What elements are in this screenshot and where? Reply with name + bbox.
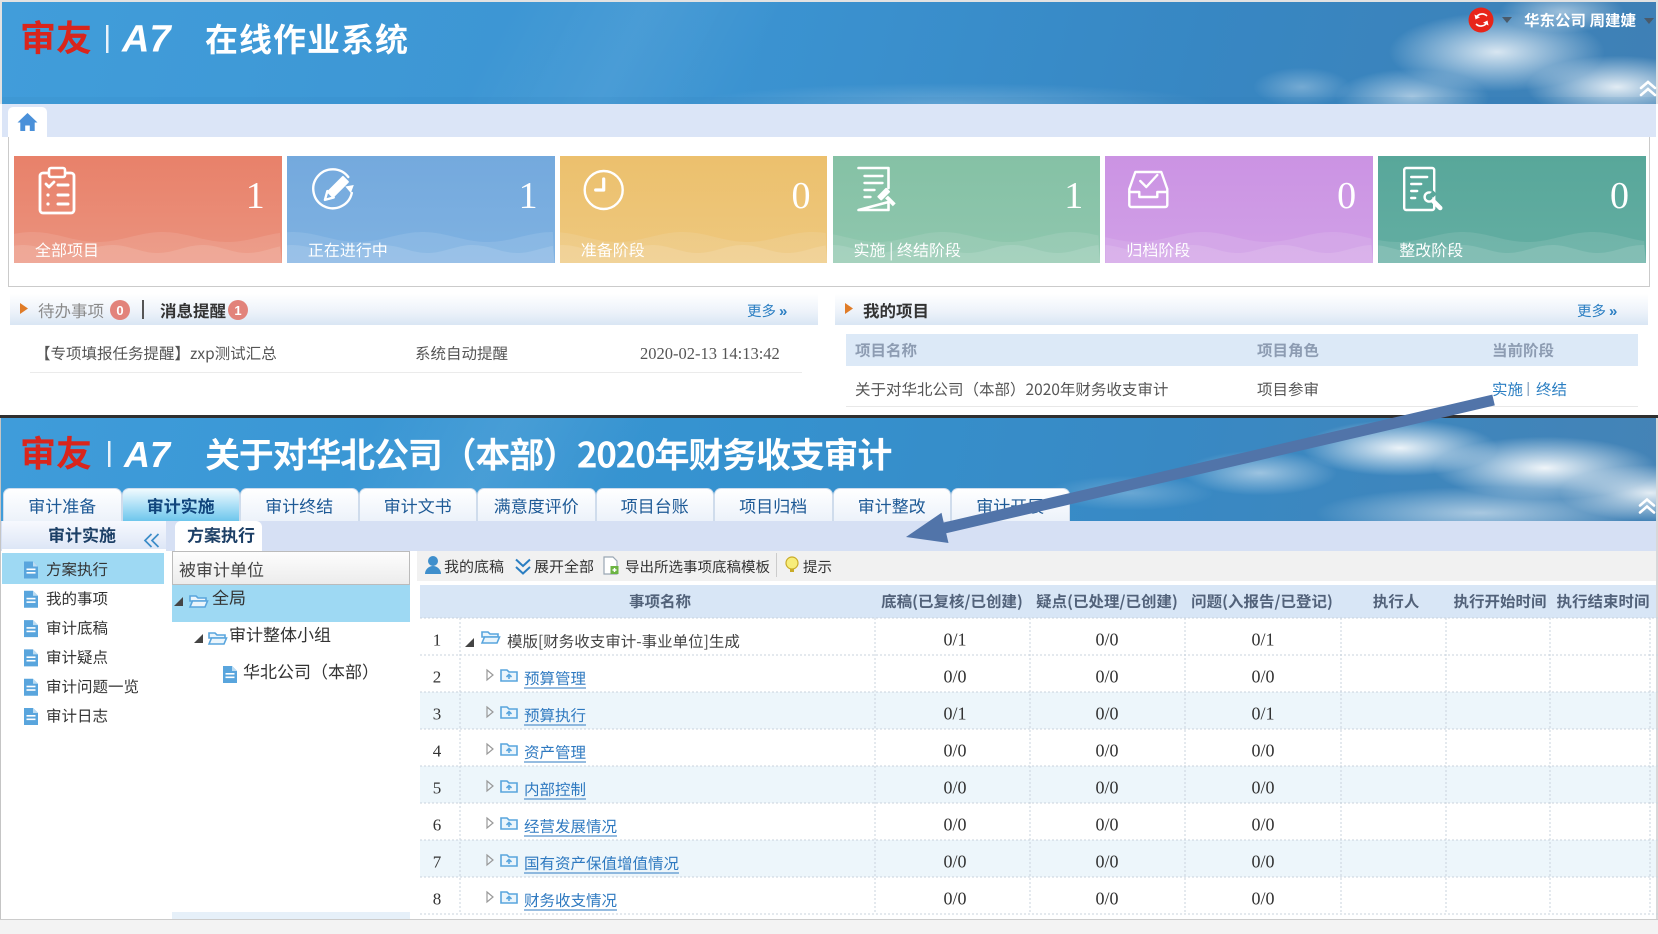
svg-text:2020-02-13 14:13:42: 2020-02-13 14:13:42 bbox=[640, 344, 780, 363]
